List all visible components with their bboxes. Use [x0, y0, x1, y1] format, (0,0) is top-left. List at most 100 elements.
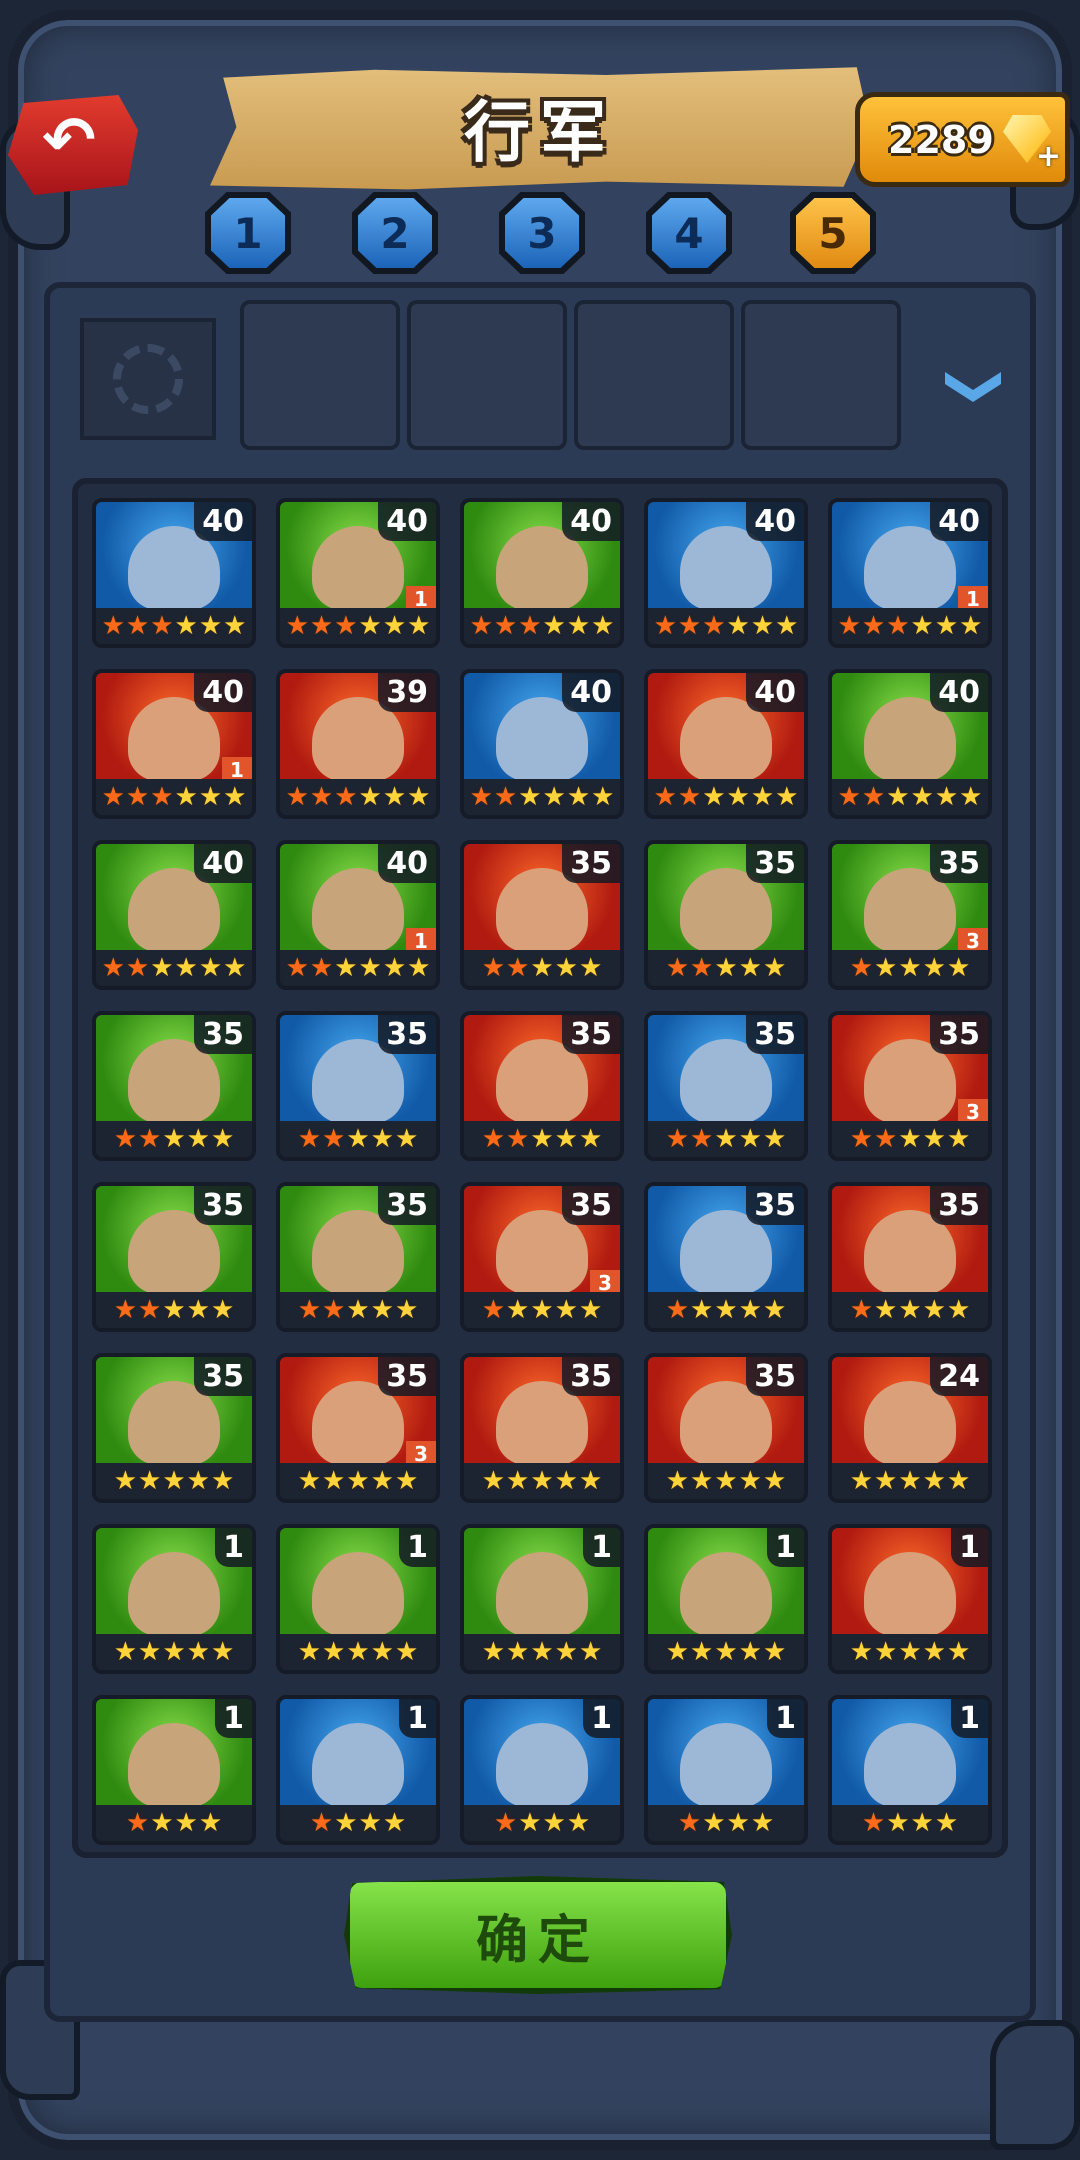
gem-count: 2289 [888, 117, 994, 162]
team-slot-1[interactable] [240, 300, 400, 450]
team-slot-3[interactable] [574, 300, 734, 450]
hero-card[interactable]: 1 ★ ★ ★ ★ ★ [92, 1524, 256, 1674]
hero-card[interactable]: 35 3 ★ ★ ★ ★ ★ [828, 840, 992, 990]
gem-counter[interactable]: 2289 + [855, 92, 1070, 187]
hero-card[interactable]: 24 ★ ★ ★ ★ ★ [828, 1353, 992, 1503]
hero-card[interactable]: 35 ★ ★ ★ ★ ★ [644, 840, 808, 990]
star-icon: ★ [138, 1295, 162, 1325]
hero-card[interactable]: 35 ★ ★ ★ ★ ★ [92, 1011, 256, 1161]
hero-card[interactable]: 35 ★ ★ ★ ★ ★ [92, 1353, 256, 1503]
hero-card[interactable]: 40 ★ ★ ★ ★ ★ ★ [92, 498, 256, 648]
star-icon: ★ [653, 611, 677, 641]
hero-card[interactable]: 1 ★ ★ ★ ★ [828, 1695, 992, 1845]
star-icon: ★ [322, 1124, 346, 1154]
star-icon: ★ [874, 953, 898, 983]
back-button[interactable]: ↶ [8, 95, 138, 195]
hero-card[interactable]: 35 ★ ★ ★ ★ ★ [460, 1353, 624, 1503]
hero-card[interactable]: 40 1 ★ ★ ★ ★ ★ ★ [276, 498, 440, 648]
star-icon: ★ [922, 1637, 946, 1667]
tab-2[interactable]: 2 [352, 192, 438, 274]
hero-card[interactable]: 39 ★ ★ ★ ★ ★ ★ [276, 669, 440, 819]
star-icon: ★ [702, 782, 726, 812]
hero-card[interactable]: 1 ★ ★ ★ ★ ★ [828, 1524, 992, 1674]
hero-card[interactable]: 35 ★ ★ ★ ★ ★ [460, 840, 624, 990]
star-icon: ★ [690, 1295, 714, 1325]
star-icon: ★ [849, 953, 874, 983]
star-icon: ★ [346, 1637, 370, 1667]
tab-3[interactable]: 3 [499, 192, 585, 274]
hero-card[interactable]: 35 ★ ★ ★ ★ ★ [644, 1011, 808, 1161]
hero-card[interactable]: 40 1 ★ ★ ★ ★ ★ ★ [92, 669, 256, 819]
hero-face [864, 1552, 956, 1636]
hero-card[interactable]: 1 ★ ★ ★ ★ [92, 1695, 256, 1845]
hero-level: 35 [930, 1015, 988, 1054]
hero-card[interactable]: 35 ★ ★ ★ ★ ★ [644, 1182, 808, 1332]
confirm-button[interactable]: 确定 [344, 1876, 732, 1994]
hero-card[interactable]: 1 ★ ★ ★ ★ ★ [276, 1524, 440, 1674]
star-icon: ★ [309, 953, 334, 983]
hero-stars: ★ ★ ★ ★ ★ [648, 1634, 804, 1670]
star-icon: ★ [677, 611, 702, 641]
hero-card[interactable]: 40 1 ★ ★ ★ ★ ★ ★ [276, 840, 440, 990]
star-icon: ★ [506, 953, 530, 983]
star-icon: ★ [566, 782, 591, 812]
star-icon: ★ [162, 1124, 186, 1154]
star-icon: ★ [481, 1466, 506, 1496]
hero-card[interactable]: 35 ★ ★ ★ ★ ★ [644, 1353, 808, 1503]
star-icon: ★ [407, 953, 431, 983]
hero-card[interactable]: 35 3 ★ ★ ★ ★ ★ [460, 1182, 624, 1332]
hero-stars: ★ ★ ★ ★ ★ [832, 1292, 988, 1328]
confirm-label: 确定 [475, 1910, 600, 1971]
star-icon: ★ [554, 1466, 578, 1496]
hero-stars: ★ ★ ★ ★ ★ [280, 1292, 436, 1328]
team-slot-2[interactable] [407, 300, 567, 450]
hero-card[interactable]: 40 ★ ★ ★ ★ ★ ★ [92, 840, 256, 990]
hero-card[interactable]: 40 1 ★ ★ ★ ★ ★ ★ [828, 498, 992, 648]
star-icon: ★ [542, 1808, 566, 1838]
team-slot-4[interactable] [741, 300, 901, 450]
hero-face [680, 1723, 772, 1807]
hero-card[interactable]: 40 ★ ★ ★ ★ ★ ★ [828, 669, 992, 819]
emblem-slot[interactable] [80, 318, 216, 440]
hero-card[interactable]: 40 ★ ★ ★ ★ ★ ★ [460, 669, 624, 819]
star-icon: ★ [518, 1808, 542, 1838]
hero-level: 35 [194, 1357, 252, 1396]
hero-card[interactable]: 1 ★ ★ ★ ★ ★ [644, 1524, 808, 1674]
star-icon: ★ [101, 953, 125, 983]
star-icon: ★ [394, 1295, 419, 1325]
hero-level: 40 [746, 502, 804, 541]
hero-card[interactable]: 40 ★ ★ ★ ★ ★ ★ [460, 498, 624, 648]
star-icon: ★ [542, 611, 566, 641]
star-icon: ★ [125, 782, 150, 812]
star-icon: ★ [910, 611, 934, 641]
star-icon: ★ [297, 1124, 322, 1154]
hero-card[interactable]: 1 ★ ★ ★ ★ [644, 1695, 808, 1845]
hero-card[interactable]: 1 ★ ★ ★ ★ ★ [460, 1524, 624, 1674]
hero-card[interactable]: 35 ★ ★ ★ ★ ★ [276, 1182, 440, 1332]
hero-level: 1 [583, 1699, 620, 1738]
hero-card[interactable]: 35 ★ ★ ★ ★ ★ [276, 1011, 440, 1161]
tab-4[interactable]: 4 [646, 192, 732, 274]
star-icon: ★ [775, 782, 799, 812]
star-icon: ★ [481, 1124, 506, 1154]
hero-card[interactable]: 40 ★ ★ ★ ★ ★ ★ [644, 498, 808, 648]
star-icon: ★ [886, 611, 910, 641]
hero-stars: ★ ★ ★ ★ ★ [648, 950, 804, 986]
hero-card[interactable]: 35 ★ ★ ★ ★ ★ [828, 1182, 992, 1332]
hero-level: 40 [930, 673, 988, 712]
hero-level: 35 [562, 844, 620, 883]
hero-card[interactable]: 35 3 ★ ★ ★ ★ ★ [276, 1353, 440, 1503]
hero-card[interactable]: 1 ★ ★ ★ ★ [276, 1695, 440, 1845]
star-icon: ★ [346, 1466, 370, 1496]
hero-card[interactable]: 35 3 ★ ★ ★ ★ ★ [828, 1011, 992, 1161]
star-icon: ★ [334, 782, 358, 812]
hero-card[interactable]: 35 ★ ★ ★ ★ ★ [460, 1011, 624, 1161]
hero-card[interactable]: 1 ★ ★ ★ ★ [460, 1695, 624, 1845]
hero-card[interactable]: 35 ★ ★ ★ ★ ★ [92, 1182, 256, 1332]
hero-stars: ★ ★ ★ ★ ★ [96, 1121, 252, 1157]
tab-1[interactable]: 1 [205, 192, 291, 274]
tab-5[interactable]: 5 [790, 192, 876, 274]
hero-stars: ★ ★ ★ ★ ★ [96, 1292, 252, 1328]
hero-card[interactable]: 40 ★ ★ ★ ★ ★ ★ [644, 669, 808, 819]
star-icon: ★ [726, 1808, 750, 1838]
